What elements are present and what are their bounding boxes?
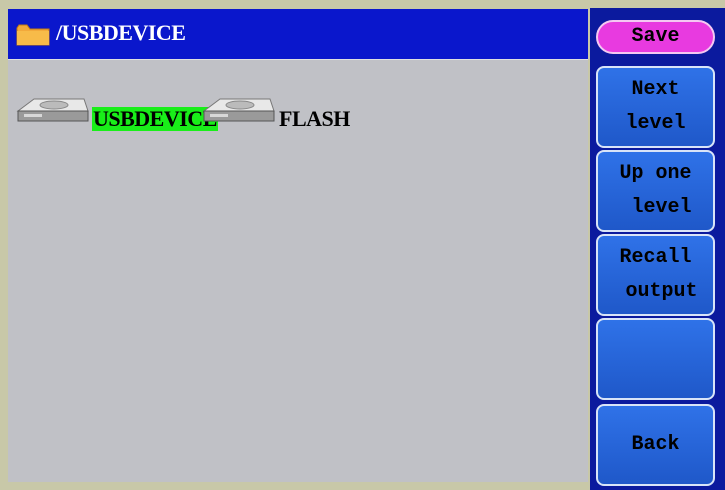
path-bar: /USBDEVICE [8, 9, 588, 60]
current-path: /USBDEVICE [56, 20, 186, 45]
back-button[interactable]: Back [596, 404, 715, 486]
blank-button[interactable] [596, 318, 715, 400]
softkey-menu: Save Next level Up one level Recall outp… [590, 8, 725, 490]
drive-icon [202, 98, 275, 122]
file-browser-panel: /USBDEVICE USBDEVICE FLASH [8, 9, 588, 482]
folder-icon [16, 24, 50, 46]
drive-icon [16, 98, 89, 122]
save-button[interactable]: Save [596, 20, 715, 54]
drive-label[interactable]: FLASH [278, 107, 351, 131]
next-level-button[interactable]: Next level [596, 66, 715, 148]
recall-output-button[interactable]: Recall output [596, 234, 715, 316]
up-one-level-button[interactable]: Up one level [596, 150, 715, 232]
drive-label[interactable]: USBDEVICE [92, 107, 218, 131]
